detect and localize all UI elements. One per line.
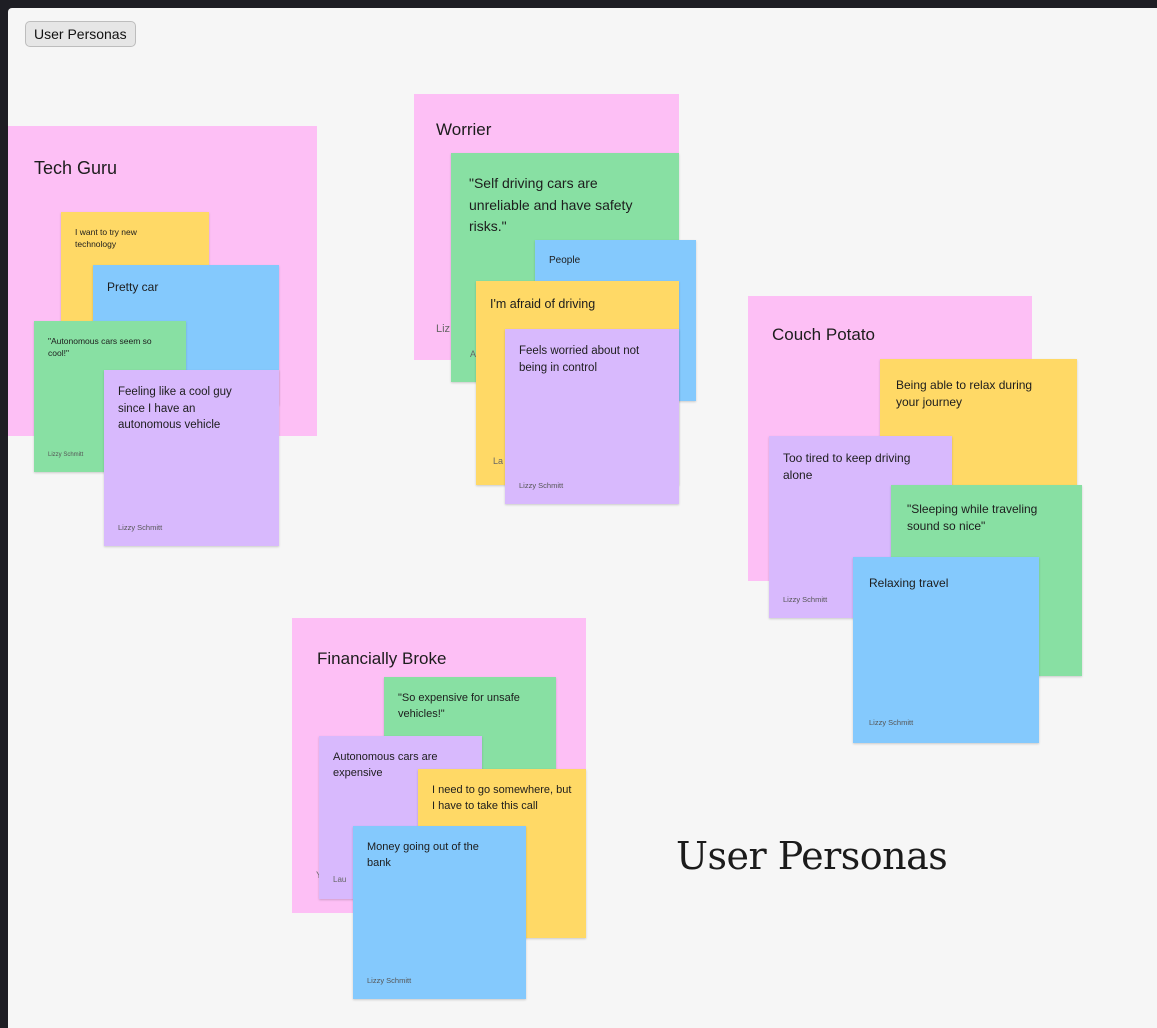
note-text: I need to go somewhere, but I have to ta… xyxy=(432,784,572,812)
note-author: Lizzy Schmitt xyxy=(519,481,564,490)
note-author: Lizzy Schmitt xyxy=(783,595,828,604)
sticky-note[interactable]: Feels worried about not being in control… xyxy=(505,329,679,504)
sticky-note[interactable]: Money going out of the bank Lizzy Schmit… xyxy=(353,826,526,999)
note-text: People xyxy=(549,255,581,266)
note-text: Relaxing travel xyxy=(869,576,949,590)
note-author: Lizzy Schmitt xyxy=(118,523,163,532)
note-author: Lizzy Schmitt xyxy=(48,452,84,458)
note-text: "Sleeping while traveling sound so nice" xyxy=(907,502,1038,534)
sticky-note[interactable]: Feeling like a cool guy since I have an … xyxy=(104,370,279,546)
note-text: I'm afraid of driving xyxy=(490,297,596,311)
note-author: Lizzy Schmitt xyxy=(869,718,914,727)
note-author: Lizzy Schmitt xyxy=(367,976,412,985)
whiteboard-canvas[interactable]: User Personas Tech Guru I want to try ne… xyxy=(8,8,1157,1028)
note-text: Feeling like a cool guy since I have an … xyxy=(118,386,232,432)
sticky-note[interactable]: Relaxing travel Lizzy Schmitt xyxy=(853,557,1039,743)
frame-label[interactable]: User Personas xyxy=(25,21,136,47)
persona-title-financially-broke: Financially Broke xyxy=(317,649,447,668)
note-text: I want to try new technology xyxy=(75,227,137,250)
note-text: Too tired to keep driving alone xyxy=(783,451,911,483)
note-text: Feels worried about not being in control xyxy=(519,345,640,374)
note-text: "Autonomous cars seem so cool!" xyxy=(48,336,152,359)
partial-author-text: La xyxy=(493,456,504,466)
partial-author-text: Liz xyxy=(436,323,451,335)
note-text: Money going out of the bank xyxy=(367,841,479,869)
partial-author-text: Lau xyxy=(333,875,347,884)
note-text: Pretty car xyxy=(107,280,159,294)
board-title: User Personas xyxy=(676,834,948,878)
note-text: "So expensive for unsafe vehicles!" xyxy=(398,692,520,720)
persona-title-couch-potato: Couch Potato xyxy=(772,325,876,344)
persona-title-tech-guru: Tech Guru xyxy=(34,158,118,178)
note-text: Being able to relax during your journey xyxy=(896,378,1033,410)
persona-title-worrier: Worrier xyxy=(436,120,492,139)
note-text: "Self driving cars are unreliable and ha… xyxy=(469,175,633,235)
